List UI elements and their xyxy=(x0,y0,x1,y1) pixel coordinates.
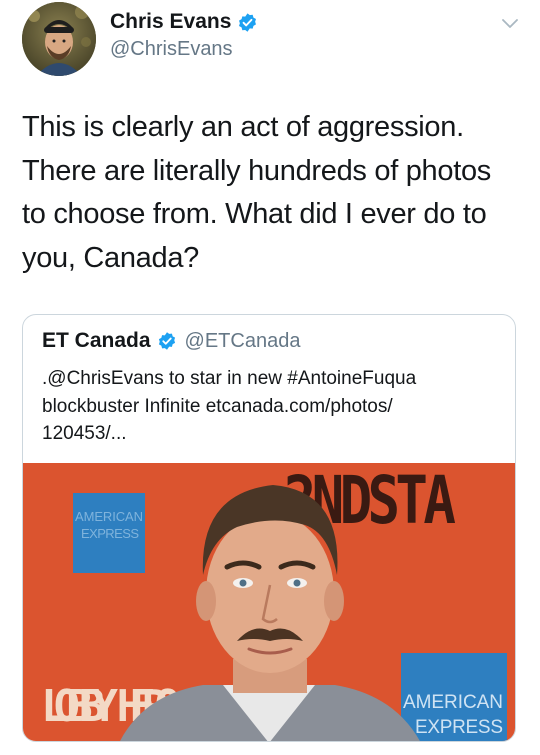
tweet-text-line: you, Canada? xyxy=(22,241,199,274)
quoted-text-line[interactable]: 120453/... xyxy=(42,420,502,448)
tweet-text-line: There are literally hundreds of photos xyxy=(22,154,491,187)
verified-badge-icon xyxy=(158,332,175,350)
tweet-text: This is clearly an act of aggression. Th… xyxy=(22,106,522,280)
quoted-text-line[interactable]: .@ChrisEvans to star in new #AntoineFuqu… xyxy=(42,365,502,393)
quoted-author-handle: @ETCanada xyxy=(184,329,301,352)
amex-logo: AMERICAN EXPRESS xyxy=(73,493,145,573)
chevron-down-icon[interactable] xyxy=(500,16,520,32)
quoted-author-name: ET Canada xyxy=(42,329,151,352)
tweet: Chris Evans @ChrisEvans This is clearly … xyxy=(0,0,540,755)
tweet-text-line: to choose from. What did I ever do to xyxy=(22,198,487,230)
author-name-row: Chris Evans xyxy=(110,10,258,34)
amex-logo: AMERICAN EXPRESS xyxy=(401,653,507,741)
author-name[interactable]: Chris Evans xyxy=(110,10,231,34)
amex-logo-text-1: AMERICAN xyxy=(75,509,143,524)
tweet-text-line: This is clearly an act of aggression. xyxy=(22,111,464,143)
quoted-text: .@ChrisEvans to star in new #AntoineFuqu… xyxy=(42,365,502,448)
quoted-tweet-card[interactable]: ET Canada @ETCanada .@ChrisEvans to star… xyxy=(22,314,516,742)
amex-logo-text-2: EXPRESS xyxy=(81,526,139,541)
amex-logo-text-2: EXPRESS xyxy=(415,717,503,738)
author-avatar[interactable] xyxy=(22,2,96,76)
quoted-media-image[interactable]: 2NDSTA AMERICAN EXPRESS AMERICAN EXPRESS… xyxy=(23,463,515,741)
author-handle[interactable]: @ChrisEvans xyxy=(110,38,233,61)
verified-badge-icon xyxy=(239,12,257,32)
quoted-header: ET Canada @ETCanada xyxy=(42,329,300,353)
quoted-text-line[interactable]: blockbuster Infinite etcanada.com/photos… xyxy=(42,393,502,421)
amex-logo-text-1: AMERICAN xyxy=(403,692,503,713)
